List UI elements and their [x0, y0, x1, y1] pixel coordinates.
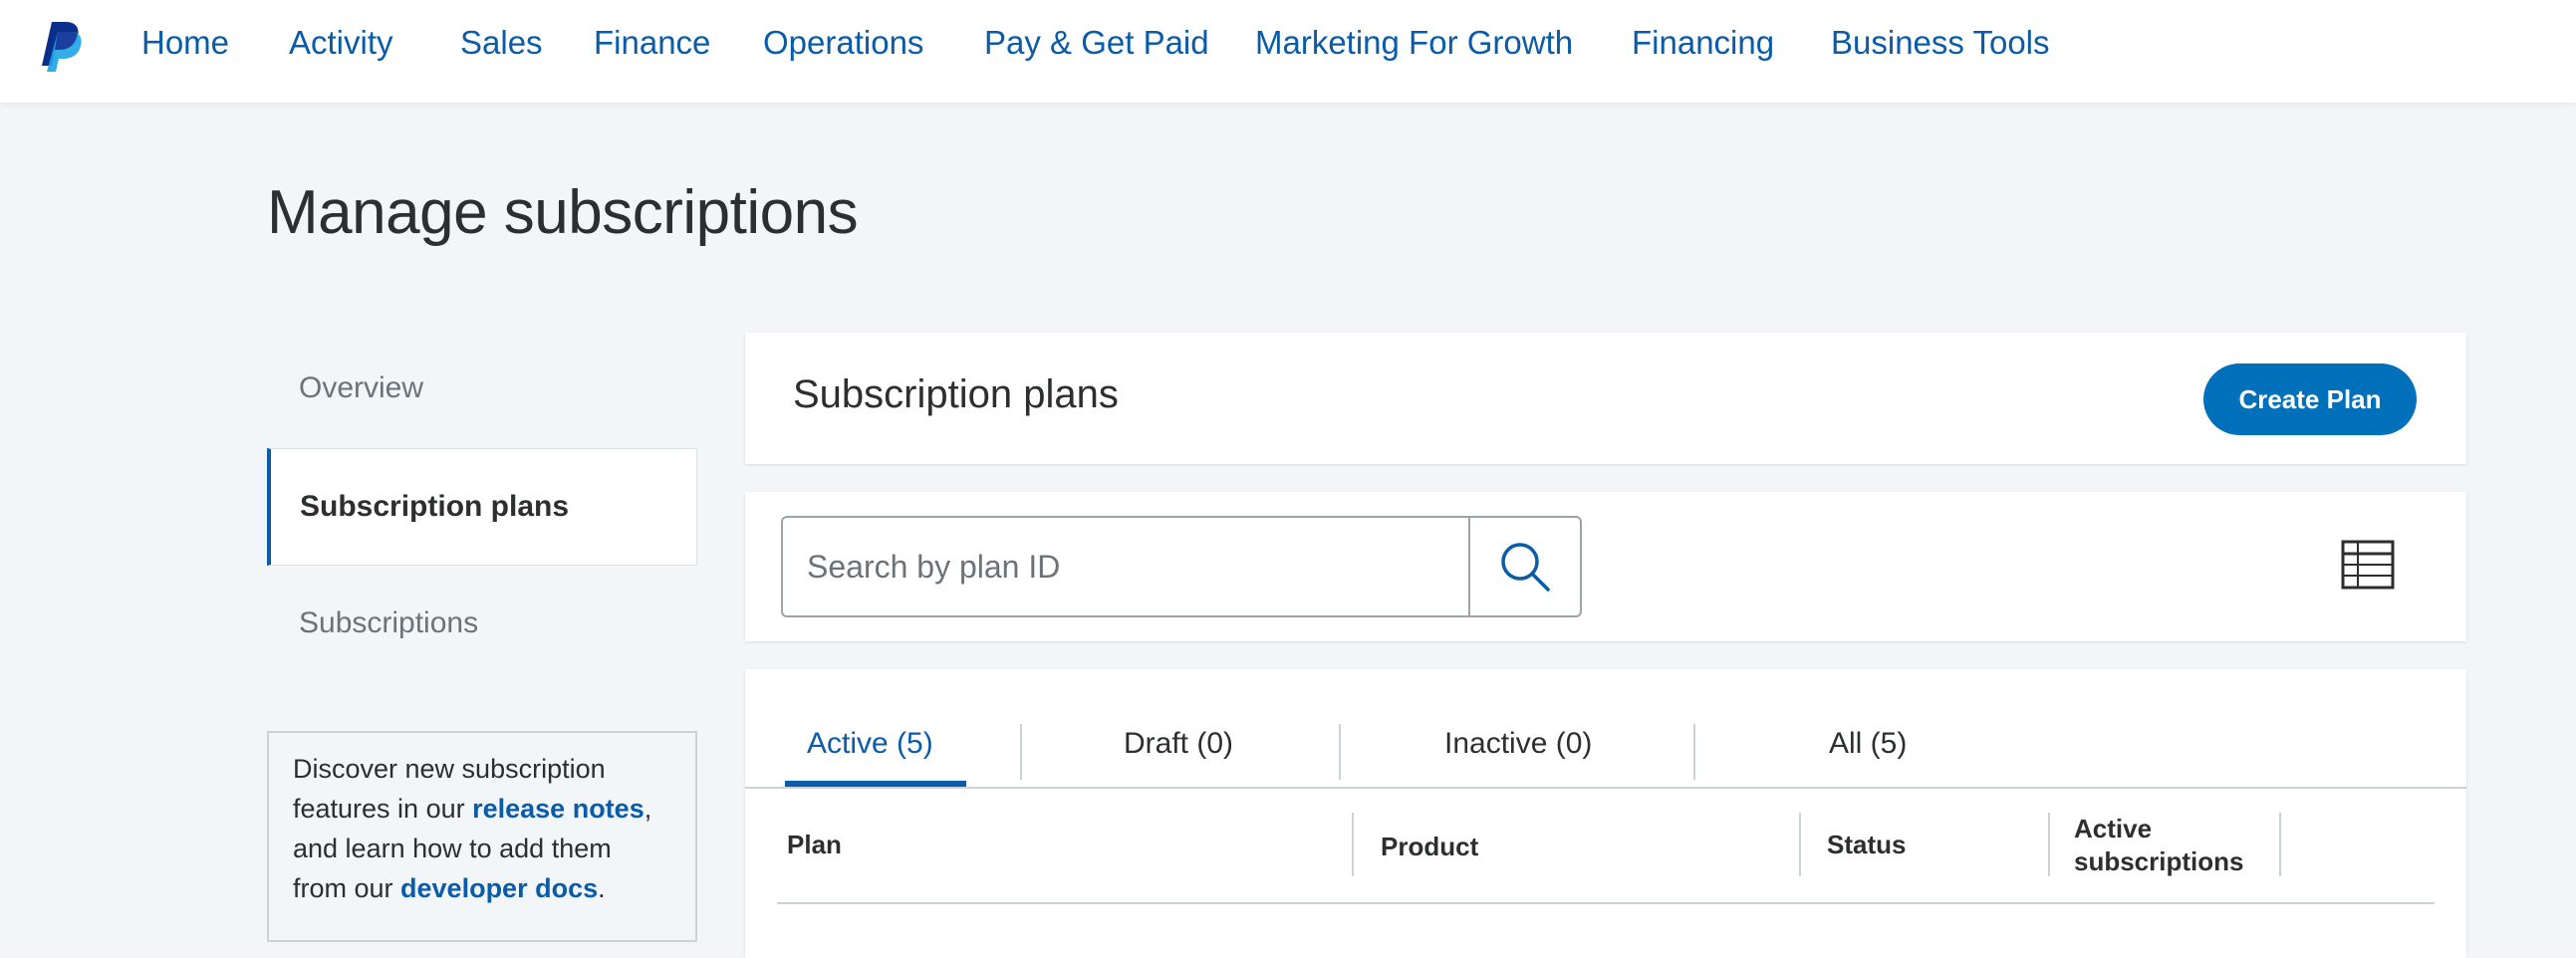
- search-icon: [1501, 543, 1550, 592]
- column-divider: [1799, 813, 1801, 876]
- column-header-plan[interactable]: Plan: [787, 829, 842, 861]
- nav-financing[interactable]: Financing: [1632, 24, 1774, 62]
- table-view-button[interactable]: [2341, 540, 2395, 590]
- nav-operations[interactable]: Operations: [763, 24, 923, 62]
- tab-divider: [1339, 724, 1341, 780]
- nav-activity[interactable]: Activity: [289, 24, 393, 62]
- top-nav: Home Activity Sales Finance Operations P…: [0, 0, 2576, 103]
- plans-table-card: Active (5) Draft (0) Inactive (0) All (5…: [745, 669, 2466, 958]
- column-divider: [2048, 813, 2050, 876]
- tab-draft[interactable]: Draft (0): [1124, 727, 1233, 761]
- page-title: Manage subscriptions: [267, 178, 859, 247]
- column-divider: [2279, 813, 2281, 876]
- tab-inactive[interactable]: Inactive (0): [1444, 727, 1592, 761]
- sidebar-item-subscriptions[interactable]: Subscriptions: [267, 566, 697, 681]
- tab-all[interactable]: All (5): [1829, 727, 1907, 761]
- search-input[interactable]: [781, 516, 1470, 617]
- column-header-status[interactable]: Status: [1827, 829, 1906, 861]
- sidebar-item-overview[interactable]: Overview: [267, 331, 697, 446]
- nav-marketing-for-growth[interactable]: Marketing For Growth: [1255, 24, 1573, 62]
- developer-docs-link[interactable]: developer docs: [400, 873, 598, 903]
- sidebar-item-subscription-plans[interactable]: Subscription plans: [267, 448, 697, 566]
- search-button[interactable]: [1468, 516, 1582, 617]
- column-header-product[interactable]: Product: [1381, 831, 1478, 863]
- nav-business-tools[interactable]: Business Tools: [1831, 24, 2050, 62]
- tab-divider: [1693, 724, 1695, 780]
- table-header-divider: [777, 902, 2435, 904]
- tabs-divider: [745, 787, 2466, 789]
- release-notes-info: Discover new subscription features in ou…: [267, 731, 697, 942]
- column-divider: [1352, 813, 1354, 876]
- nav-sales[interactable]: Sales: [460, 24, 543, 62]
- search-card: [745, 492, 2466, 641]
- nav-finance[interactable]: Finance: [594, 24, 710, 62]
- tab-divider: [1020, 724, 1022, 780]
- table-view-icon: [2341, 540, 2395, 590]
- nav-home[interactable]: Home: [141, 24, 229, 62]
- paypal-logo-icon[interactable]: [38, 20, 82, 72]
- tab-active[interactable]: Active (5): [807, 727, 933, 761]
- column-header-active-subscriptions[interactable]: Active subscriptions: [2074, 813, 2253, 878]
- nav-pay-get-paid[interactable]: Pay & Get Paid: [984, 24, 1209, 62]
- info-text: .: [598, 873, 606, 903]
- release-notes-link[interactable]: release notes: [472, 794, 644, 824]
- plans-header-card: Subscription plans Create Plan: [745, 333, 2466, 464]
- section-title: Subscription plans: [793, 372, 1119, 416]
- create-plan-button[interactable]: Create Plan: [2203, 363, 2417, 435]
